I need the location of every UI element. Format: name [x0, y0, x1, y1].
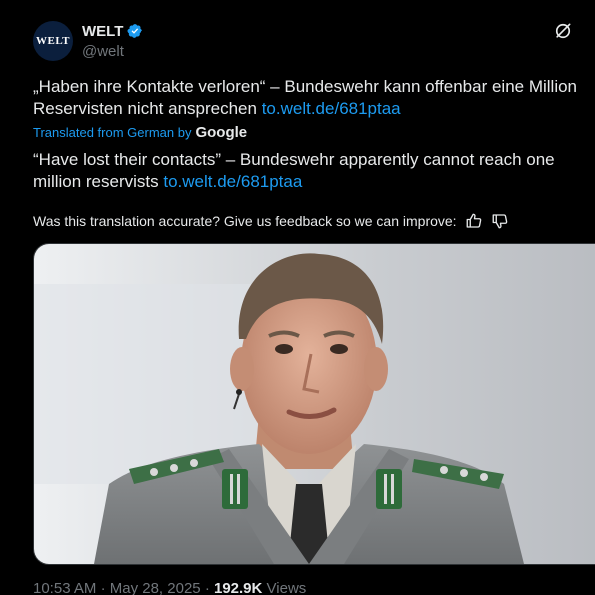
tweet-meta: 10:53 AM · May 28, 2025 · 192.9K Views	[33, 580, 306, 595]
tweet-photo[interactable]	[33, 243, 595, 565]
original-text-line2: Reservisten nicht ansprechen to.welt.de/…	[33, 98, 595, 120]
verified-badge-icon	[127, 24, 143, 38]
meta-separator: ·	[100, 580, 106, 595]
thumbs-up-icon[interactable]	[465, 212, 483, 230]
original-tweet-text: „Haben ihre Kontakte verloren“ – Bundesw…	[33, 76, 595, 120]
translation-feedback: Was this translation accurate? Give us f…	[33, 212, 509, 230]
translated-link[interactable]: to.welt.de/681ptaa	[163, 172, 302, 191]
author-names: WELT @welt	[82, 22, 143, 60]
tweet-date[interactable]: May 28, 2025	[110, 580, 201, 595]
views-label: Views	[266, 580, 307, 595]
google-logo: Google	[195, 124, 248, 141]
tweet: WELT WELT @welt „Haben ihre Kontakte ver…	[0, 0, 595, 595]
translated-text-line1: “Have lost their contacts” – Bundeswehr …	[33, 150, 555, 169]
thumbs-down-icon[interactable]	[491, 212, 509, 230]
original-link[interactable]: to.welt.de/681ptaa	[262, 99, 401, 118]
translated-from-line: Translated from German by Google	[33, 124, 247, 141]
display-name-row: WELT	[82, 22, 143, 40]
translated-from-label[interactable]: Translated from German by	[33, 125, 191, 140]
handle[interactable]: @welt	[82, 43, 143, 60]
translated-text-line2: million reservists to.welt.de/681ptaa	[33, 171, 595, 193]
translated-text-line2-text: million reservists	[33, 172, 159, 191]
original-text-line2-text: Reservisten nicht ansprechen	[33, 99, 257, 118]
views-count: 192.9K	[213, 580, 263, 595]
avatar[interactable]: WELT	[33, 21, 73, 61]
feedback-prompt: Was this translation accurate? Give us f…	[33, 213, 457, 229]
display-name[interactable]: WELT	[82, 23, 123, 40]
meta-separator: ·	[204, 580, 210, 595]
grok-icon[interactable]	[553, 21, 573, 41]
original-text-line1: „Haben ihre Kontakte verloren“ – Bundesw…	[33, 77, 578, 96]
avatar-logo-text: WELT	[35, 35, 70, 47]
tweet-time[interactable]: 10:53 AM	[33, 580, 96, 595]
translated-tweet-text: “Have lost their contacts” – Bundeswehr …	[33, 149, 595, 193]
